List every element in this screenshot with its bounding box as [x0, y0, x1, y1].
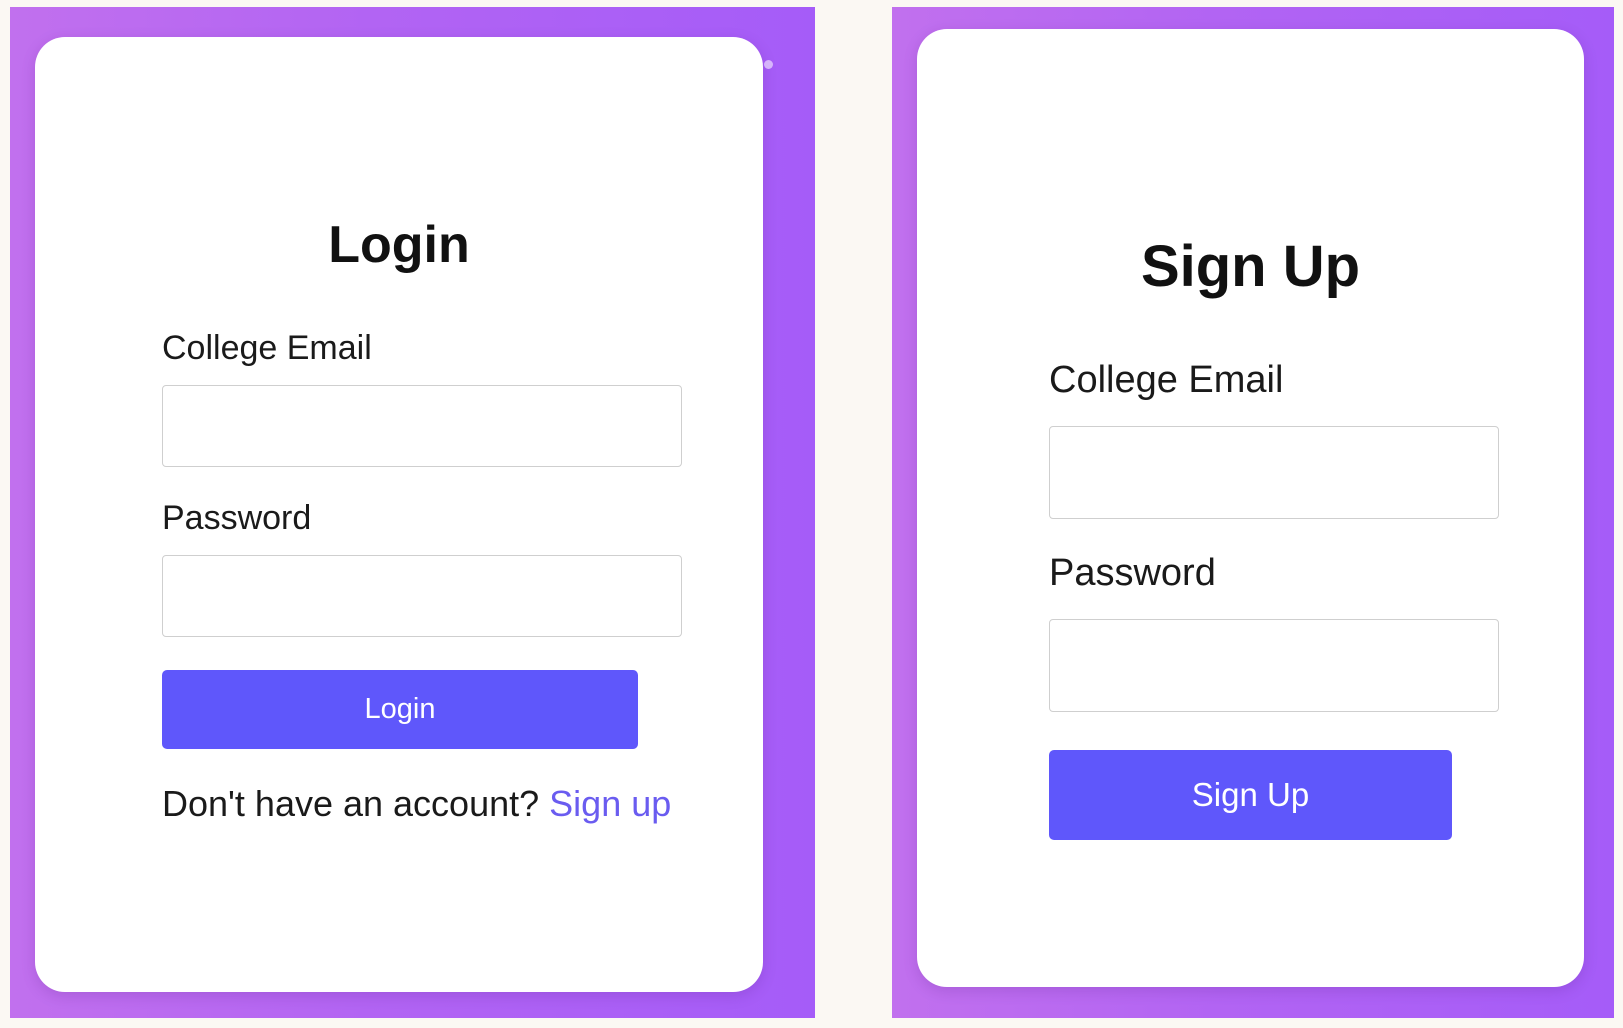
signup-password-input[interactable] — [1049, 619, 1499, 712]
signup-link[interactable]: Sign up — [549, 783, 671, 824]
login-email-label: College Email — [162, 329, 372, 367]
login-password-label: Password — [162, 499, 312, 537]
signup-panel: Sign Up College Email Password Sign Up — [892, 7, 1614, 1018]
signup-email-label: College Email — [1049, 359, 1284, 401]
login-email-input[interactable] — [162, 385, 682, 467]
decorative-dot — [564, 970, 572, 978]
signup-password-label: Password — [1049, 552, 1216, 594]
signup-card: Sign Up College Email Password Sign Up — [917, 29, 1584, 987]
login-password-input[interactable] — [162, 555, 682, 637]
login-title: Login — [328, 216, 470, 274]
signup-button[interactable]: Sign Up — [1049, 750, 1452, 840]
signup-title: Sign Up — [1140, 234, 1361, 299]
decorative-dot — [741, 633, 749, 641]
login-card: Login College Email Password Login Don't… — [35, 37, 763, 992]
decorative-dot — [764, 60, 773, 69]
signup-prompt-text: Don't have an account? — [162, 783, 540, 824]
signup-prompt: Don't have an account? Sign up — [162, 783, 671, 825]
signup-email-input[interactable] — [1049, 426, 1499, 519]
login-panel: Login College Email Password Login Don't… — [10, 7, 815, 1018]
login-button[interactable]: Login — [162, 670, 638, 749]
